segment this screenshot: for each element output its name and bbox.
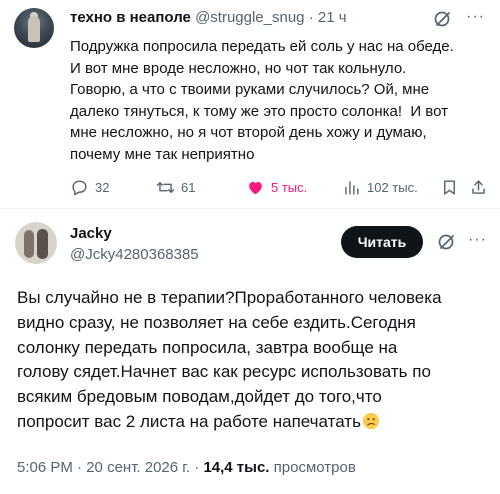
like-count: 5 тыс.: [271, 180, 308, 195]
views-count: 102 тыс.: [367, 180, 418, 195]
text-line-content: попросит вас 2 листа на работе напечатат…: [17, 411, 361, 431]
tweet-time[interactable]: 21 ч: [318, 9, 347, 26]
author-handle[interactable]: @struggle_snug: [195, 9, 304, 26]
author-name[interactable]: техно в неаполе: [70, 9, 191, 26]
retweet-count: 61: [181, 180, 196, 195]
avatar[interactable]: [14, 8, 54, 48]
more-icon[interactable]: ···: [468, 231, 487, 249]
confused-emoji: [362, 412, 380, 430]
tweet-date[interactable]: 20 сент. 2026 г.: [86, 459, 190, 476]
reply-count: 32: [95, 180, 110, 195]
text-line: голову сядет.Начнет вас как ресурс испол…: [17, 362, 431, 382]
reply-icon: [72, 180, 87, 196]
text-line: Вы случайно не в терапии?Проработанного …: [17, 288, 442, 307]
more-icon[interactable]: ···: [466, 8, 485, 26]
reply-button[interactable]: 32: [70, 178, 109, 197]
read-button[interactable]: Читать: [341, 226, 423, 258]
text-line: далеко тянуться, к тому же это просто со…: [70, 102, 448, 120]
views-label: просмотров: [273, 459, 356, 476]
divider: [0, 208, 500, 209]
author-name[interactable]: Jacky: [70, 225, 112, 242]
like-button[interactable]: 5 тыс.: [246, 178, 307, 197]
tweet-text: Вы случайно не в терапии?Проработанного …: [17, 286, 487, 435]
like-icon: [249, 181, 262, 195]
avatar[interactable]: [15, 222, 57, 264]
tweet-meta: 5:06 PM · 20 сент. 2026 г. · 14,4 тыс. п…: [17, 459, 356, 476]
bookmark-icon: [444, 180, 455, 195]
separator-dot: ·: [194, 459, 200, 476]
author-handle[interactable]: @Jcky4280368385: [70, 246, 199, 263]
grok-icon[interactable]: [437, 232, 457, 252]
grok-icon[interactable]: [433, 9, 453, 29]
views-count: 14,4 тыс.: [203, 459, 270, 476]
text-line: Подружка попросила передать ей соль у на…: [70, 38, 454, 55]
text-line: солонку передать попросила, завтра вообщ…: [17, 337, 398, 357]
text-line: Говорю, а что с твоими руками случилось?…: [70, 81, 430, 99]
retweet-icon: [156, 182, 175, 193]
text-line: попросит вас 2 листа на работе напечатат…: [17, 410, 487, 435]
text-line: всяким бредовым поводам,дойдет до того,ч…: [17, 387, 382, 407]
views-button[interactable]: 102 тыс.: [342, 178, 418, 197]
tweet-parent[interactable]: техно в неаполе @struggle_snug · 21 ч ··…: [0, 0, 500, 205]
text-line: видно сразу, не позволяет на себе ездить…: [17, 312, 416, 332]
avatar-figure: [24, 230, 34, 258]
tweet-header: техно в неаполе @struggle_snug · 21 ч: [70, 9, 347, 26]
share-icon: [472, 180, 485, 194]
retweet-button[interactable]: 61: [156, 178, 195, 197]
share-button[interactable]: [469, 178, 488, 197]
text-line: И вот мне вроде несложно, но чот так кол…: [70, 59, 407, 77]
avatar-figure: [37, 229, 48, 259]
avatar-figure-body: [28, 16, 40, 42]
separator-dot: ·: [77, 459, 83, 476]
text-line: мне несложно, но я чот второй день хожу …: [70, 124, 427, 142]
action-bar: 32 61 5 тыс. 102 тыс.: [70, 178, 490, 198]
separator-dot: ·: [308, 9, 314, 26]
bookmark-button[interactable]: [440, 178, 459, 197]
tweet-time[interactable]: 5:06 PM: [17, 459, 73, 476]
views-icon: [345, 181, 359, 195]
text-line: почему мне так неприятно: [70, 145, 255, 163]
tweet-text: Подружка попросила передать ей соль у на…: [70, 36, 490, 166]
